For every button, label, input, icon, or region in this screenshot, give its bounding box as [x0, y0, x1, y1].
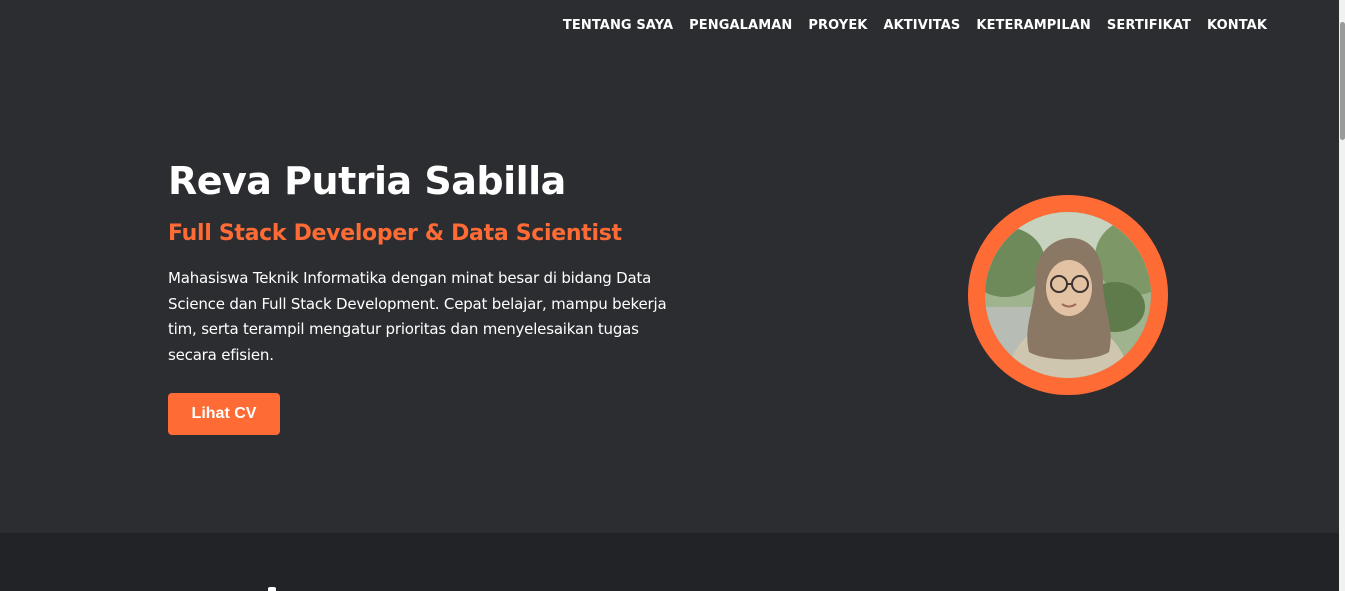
- scrollbar-thumb[interactable]: [1340, 22, 1345, 140]
- hero-role: Full Stack Developer & Data Scientist: [168, 221, 622, 246]
- next-section: [0, 533, 1339, 591]
- profile-photo: [985, 212, 1151, 378]
- nav-item-proyek[interactable]: PROYEK: [808, 18, 867, 33]
- avatar-ring: [968, 195, 1168, 395]
- profile-photo-illustration: [985, 212, 1151, 378]
- section-heading-fragment: [268, 587, 276, 591]
- hero-section: Reva Putria Sabilla Full Stack Developer…: [168, 158, 688, 435]
- hero-name: Reva Putria Sabilla: [168, 159, 566, 203]
- scrollbar[interactable]: [1339, 0, 1345, 591]
- nav-item-kontak[interactable]: KONTAK: [1207, 18, 1267, 33]
- main-nav: TENTANG SAYA PENGALAMAN PROYEK AKTIVITAS…: [563, 18, 1267, 33]
- page: TENTANG SAYA PENGALAMAN PROYEK AKTIVITAS…: [0, 0, 1345, 591]
- view-cv-button[interactable]: Lihat CV: [168, 393, 280, 435]
- nav-item-aktivitas[interactable]: AKTIVITAS: [883, 18, 960, 33]
- nav-item-keterampilan[interactable]: KETERAMPILAN: [976, 18, 1091, 33]
- nav-item-sertifikat[interactable]: SERTIFIKAT: [1107, 18, 1191, 33]
- hero-description: Mahasiswa Teknik Informatika dengan mina…: [168, 269, 667, 364]
- nav-item-pengalaman[interactable]: PENGALAMAN: [689, 18, 792, 33]
- nav-item-tentang-saya[interactable]: TENTANG SAYA: [563, 18, 673, 33]
